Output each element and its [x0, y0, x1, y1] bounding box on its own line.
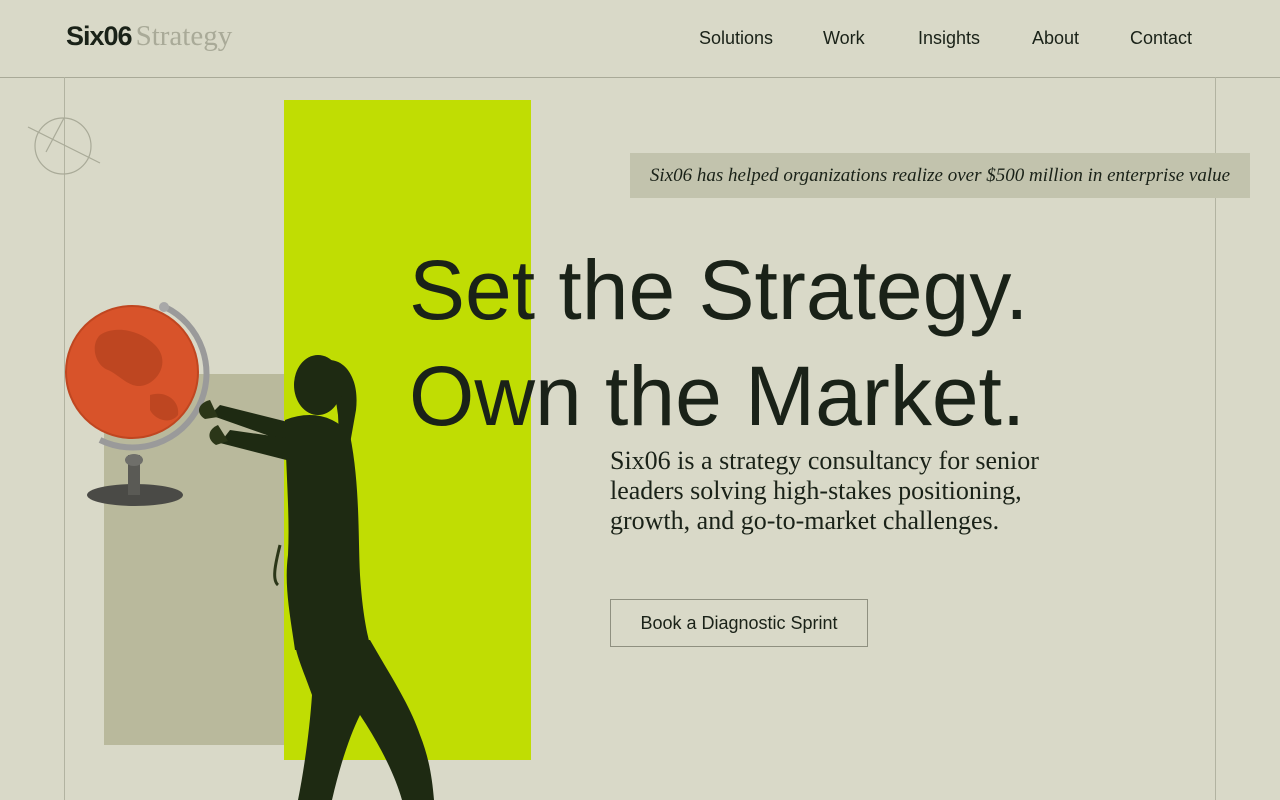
hero-headline: Set the Strategy. Own the Market.	[409, 237, 1028, 449]
hero-description: Six06 is a strategy consultancy for seni…	[610, 446, 1039, 535]
site-header: Six06 Strategy Solutions Work Insights A…	[0, 0, 1280, 78]
nav-item-solutions[interactable]: Solutions	[699, 28, 773, 49]
nav-item-about[interactable]: About	[1032, 28, 1079, 49]
nav-item-contact[interactable]: Contact	[1130, 28, 1192, 49]
stat-banner-text: Six06 has helped organizations realize o…	[649, 164, 1231, 186]
crossed-circle-icon	[27, 117, 101, 175]
main-nav: Solutions Work Insights About Contact	[0, 28, 1280, 52]
stat-banner: Six06 has helped organizations realize o…	[630, 153, 1250, 198]
hero-headline-line-2: Own the Market.	[409, 349, 1026, 443]
nav-item-insights[interactable]: Insights	[918, 28, 980, 49]
hero-headline-line-1: Set the Strategy.	[409, 243, 1029, 337]
nav-item-work[interactable]: Work	[823, 28, 865, 49]
page: Six06 Strategy Solutions Work Insights A…	[0, 0, 1280, 800]
book-diagnostic-sprint-button[interactable]: Book a Diagnostic Sprint	[610, 599, 868, 647]
